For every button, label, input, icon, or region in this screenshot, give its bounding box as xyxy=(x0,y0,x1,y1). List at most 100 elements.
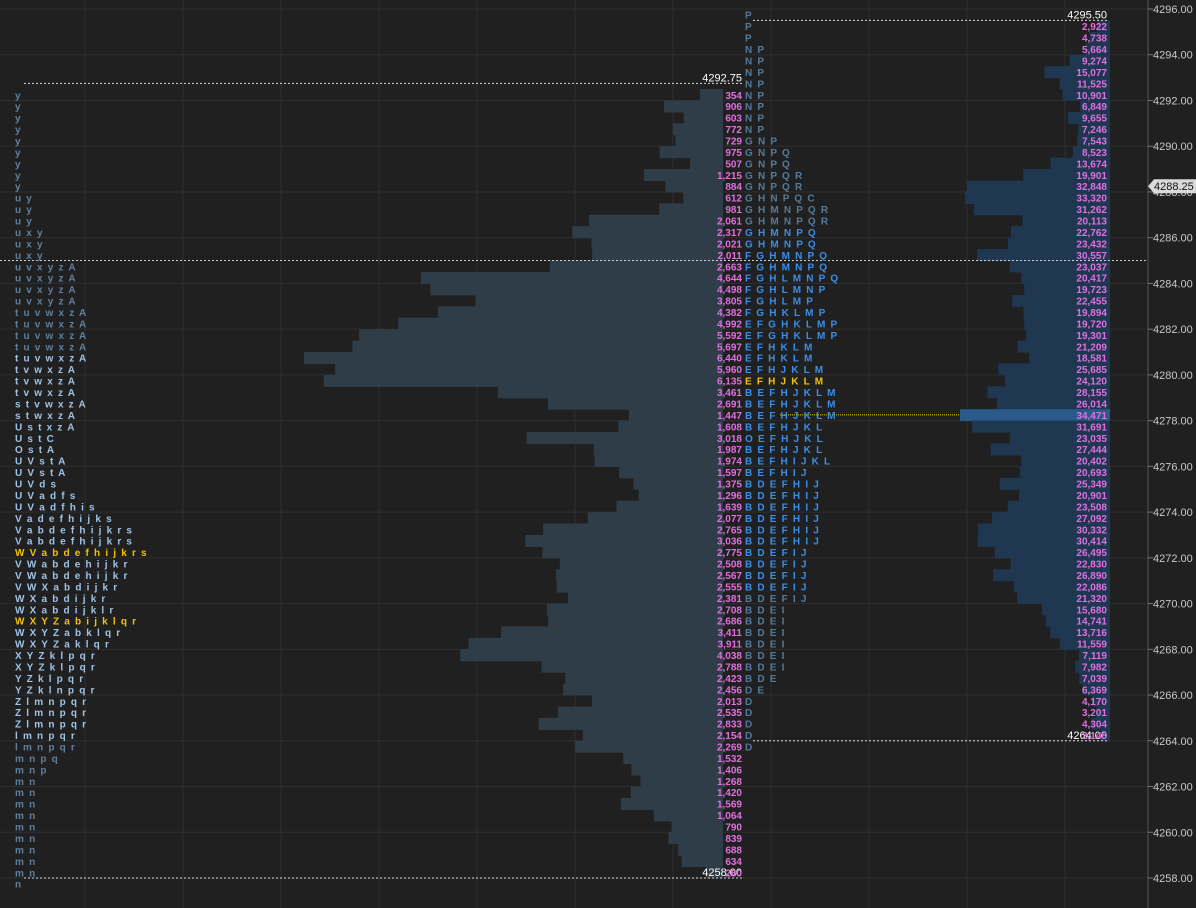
tpo-letters: B D E F I J xyxy=(745,571,808,582)
right-volume-label: 23,037 xyxy=(1076,262,1107,273)
market-profile-chart[interactable]: 4292.754258.004295.504264.00 yyyyyyyyyu … xyxy=(0,0,1196,908)
tpo-letters-left: W V a b d e f h i j k r s xyxy=(15,548,148,559)
volume-label: 2,061 xyxy=(717,217,742,228)
tpo-letters: B D E F H I J xyxy=(745,480,820,491)
tpo-letters-left: W X a b d i j k l r xyxy=(15,605,114,616)
volume-bar xyxy=(594,454,723,467)
axis-tick-label: 4262.00 xyxy=(1153,782,1193,794)
volume-label: 3,411 xyxy=(718,628,743,639)
tpo-letters: P xyxy=(745,34,753,45)
tpo-letters: B D E F I J xyxy=(745,548,808,559)
volume-bar xyxy=(664,100,723,113)
tpo-letters-left: y xyxy=(15,159,22,170)
volume-label: 2,011 xyxy=(718,251,743,262)
volume-label: 3,036 xyxy=(717,537,742,548)
tpo-letters: O E F H J K L xyxy=(745,434,824,445)
right-volume-label: 7,982 xyxy=(1082,662,1107,673)
right-volume-label: 31,691 xyxy=(1076,422,1107,433)
tpo-letters-left: u x y xyxy=(15,251,44,262)
volume-label: 354 xyxy=(725,91,742,102)
volume-bar xyxy=(549,260,723,273)
tpo-letters: G H M N P Q R xyxy=(745,205,829,216)
right-volume-label: 22,455 xyxy=(1076,297,1107,308)
tpo-letters: N P xyxy=(745,114,765,125)
tpo-letters-left: u v x y z A xyxy=(15,297,77,308)
volume-bar xyxy=(668,832,723,845)
volume-bar xyxy=(460,649,723,662)
volume-bar xyxy=(568,592,723,605)
tpo-letters: D xyxy=(745,731,753,742)
volume-label: 260 xyxy=(725,868,742,879)
volume-label: 1,569 xyxy=(717,800,742,811)
volume-label: 3,805 xyxy=(717,297,742,308)
volume-label: 2,788 xyxy=(717,662,742,673)
tpo-letters-left: V W a b d e h i j k r xyxy=(15,571,129,582)
volume-label: 1,974 xyxy=(717,457,742,468)
tpo-letters: N P xyxy=(745,68,765,79)
tpo-letters: B D E I xyxy=(745,640,786,651)
volume-bar xyxy=(630,786,723,799)
volume-label: 4,498 xyxy=(717,285,742,296)
volume-bar xyxy=(592,249,723,262)
tpo-letters-left: y xyxy=(15,91,22,102)
right-volume-label: 26,014 xyxy=(1076,399,1107,410)
tpo-letters-left: u y xyxy=(15,217,33,228)
tpo-letters: P xyxy=(745,11,753,22)
volume-bar xyxy=(643,169,723,182)
right-volume-label: 11,525 xyxy=(1077,79,1107,90)
tpo-letters-left: l m n p q r xyxy=(15,731,76,742)
volume-label: 688 xyxy=(725,845,742,856)
tpo-letters: B D E F H I J xyxy=(745,502,820,513)
right-volume-label: 7,119 xyxy=(1083,651,1108,662)
volume-label: 2,269 xyxy=(717,743,742,754)
volume-label: 4,382 xyxy=(717,308,742,319)
volume-bar xyxy=(683,191,723,204)
right-volume-label: 28,155 xyxy=(1076,388,1107,399)
tpo-letters: B D E I xyxy=(745,617,786,628)
tpo-letters-left: y xyxy=(15,102,22,113)
volume-label: 2,508 xyxy=(717,560,742,571)
volume-label: 1,532 xyxy=(717,754,742,765)
tpo-letters-left: V a d e f h i j k s xyxy=(15,514,113,525)
volume-bar xyxy=(437,306,723,319)
volume-bar xyxy=(678,843,723,856)
volume-bar xyxy=(420,271,723,284)
tpo-letters: B D E F H I J xyxy=(745,537,820,548)
tpo-letters: P xyxy=(745,22,753,33)
tpo-letters-left: m n xyxy=(15,868,36,879)
right-volume-label: 23,508 xyxy=(1076,502,1107,513)
tpo-letters: G N P Q xyxy=(745,159,791,170)
volume-bar xyxy=(475,294,723,307)
volume-bar xyxy=(526,432,723,444)
volume-label: 2,765 xyxy=(717,525,742,536)
volume-label: 1,064 xyxy=(717,811,742,822)
level-lines: 4292.754258.004295.504264.00 xyxy=(0,9,1148,879)
right-volume-label: 30,414 xyxy=(1076,537,1107,548)
right-volume-label: 23,432 xyxy=(1076,239,1107,250)
tpo-letters-left: V a b d e f h i j k r s xyxy=(15,525,133,536)
volume-label: 4,644 xyxy=(717,274,742,285)
tpo-letters: D E xyxy=(745,685,765,696)
volume-bar xyxy=(572,226,723,239)
volume-bar xyxy=(672,123,723,136)
tpo-letters-left: t u v w x z A xyxy=(15,331,87,342)
volume-bar xyxy=(468,637,723,650)
right-volume-label: 2,148 xyxy=(1082,731,1107,742)
volume-bar xyxy=(497,386,723,399)
right-volume-label: 30,332 xyxy=(1076,525,1107,536)
tpo-letters-left: y xyxy=(15,148,22,159)
price-axis[interactable]: 4296.004294.004292.004290.004288.004286.… xyxy=(1147,0,1193,908)
tpo-letters-left: u x y xyxy=(15,239,44,250)
volume-bar xyxy=(555,569,723,582)
tpo-letters: B D E F I J xyxy=(745,594,808,605)
right-volume-label: 20,693 xyxy=(1076,468,1107,479)
volume-bar xyxy=(616,500,723,513)
right-volume-label: 27,092 xyxy=(1076,514,1107,525)
volume-bar xyxy=(592,695,723,707)
tpo-letters-left: U V a d f h i s xyxy=(15,502,96,513)
right-volume-labels: 2,9224,7385,6649,27415,07711,52510,9016,… xyxy=(1076,22,1107,742)
tpo-letters-left: Y Z k l n p q r xyxy=(15,685,96,696)
tpo-letters-left: W X a b d i j k r xyxy=(15,594,107,605)
right-volume-label: 5,664 xyxy=(1082,45,1107,56)
right-volume-label: 13,674 xyxy=(1076,159,1107,170)
